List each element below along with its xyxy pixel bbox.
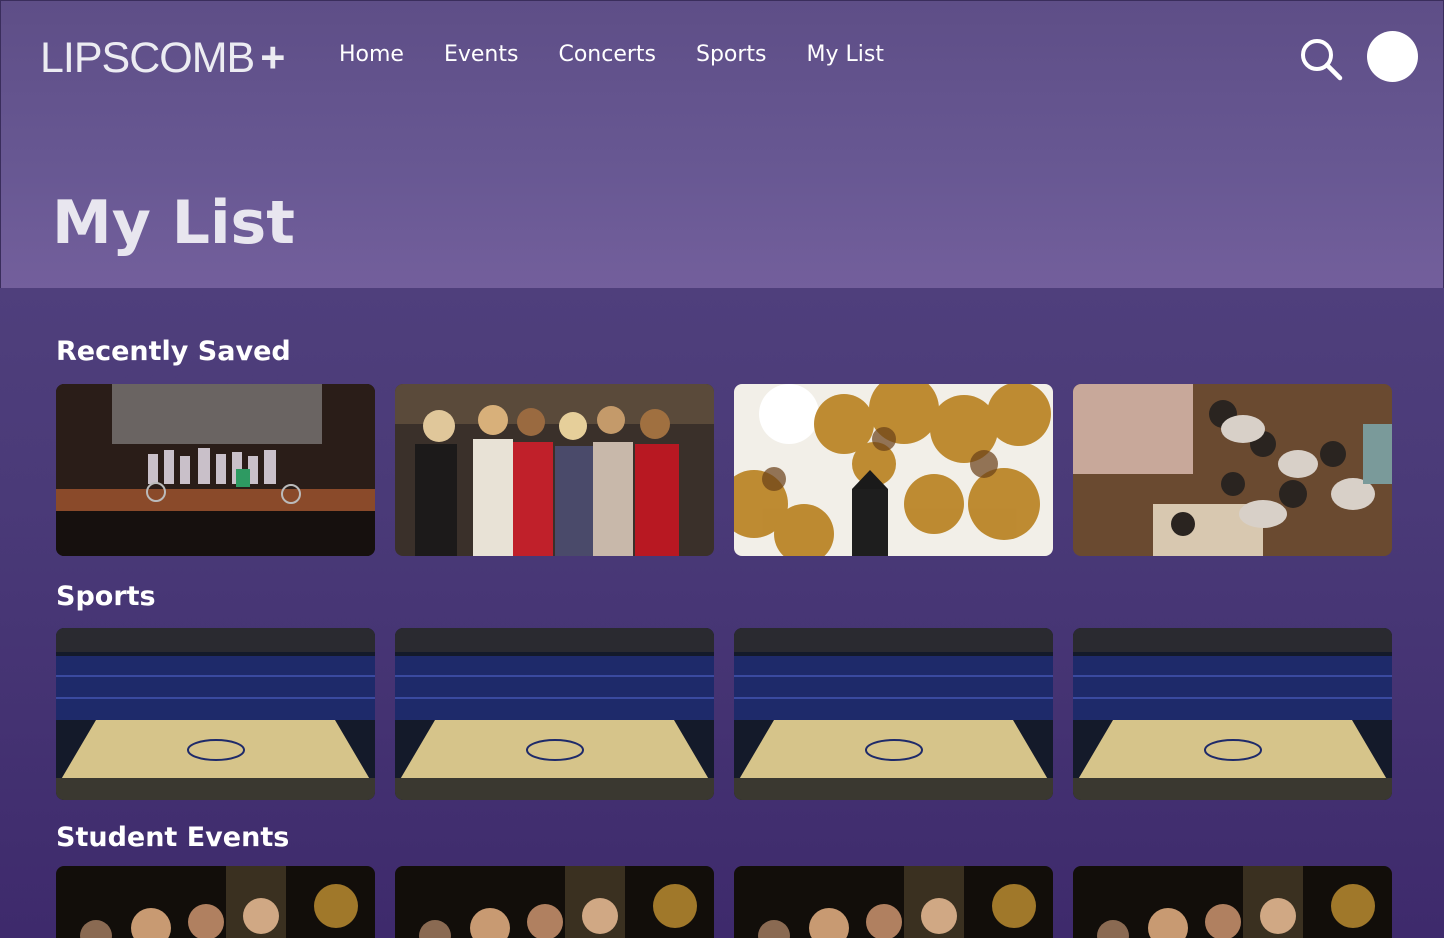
row-student-events (56, 866, 1394, 938)
nav-concerts[interactable]: Concerts (558, 42, 656, 67)
card-autumn-clocktower[interactable] (734, 384, 1053, 556)
row-sports (56, 628, 1394, 800)
card-group-formal-photo[interactable] (395, 384, 714, 556)
nav-events[interactable]: Events (444, 42, 519, 67)
card-band-concert-4[interactable] (1073, 866, 1392, 938)
card-students-overhead[interactable] (1073, 384, 1392, 556)
brand-plus: + (260, 34, 285, 82)
card-band-concert-2[interactable] (395, 866, 714, 938)
brand-logo[interactable]: LIPSCOMB + (40, 34, 285, 83)
card-arena-3[interactable] (734, 628, 1053, 800)
page-title: My List (52, 188, 295, 258)
section-title-recently-saved: Recently Saved (56, 336, 291, 367)
nav-sports[interactable]: Sports (696, 42, 767, 67)
nav-my-list[interactable]: My List (807, 42, 884, 67)
card-arena-4[interactable] (1073, 628, 1392, 800)
top-nav: LIPSCOMB + Home Events Concerts Sports My… (0, 0, 1444, 116)
nav-links: Home Events Concerts Sports My List (339, 42, 924, 67)
search-icon[interactable] (1298, 36, 1344, 82)
nav-home[interactable]: Home (339, 42, 404, 67)
card-band-concert-3[interactable] (734, 866, 1053, 938)
section-title-student-events: Student Events (56, 822, 290, 853)
row-recently-saved (56, 384, 1394, 556)
card-arena-1[interactable] (56, 628, 375, 800)
user-avatar[interactable] (1367, 31, 1418, 82)
card-stage-performance[interactable] (56, 384, 375, 556)
card-band-concert-1[interactable] (56, 866, 375, 938)
card-arena-2[interactable] (395, 628, 714, 800)
section-title-sports: Sports (56, 581, 156, 612)
brand-name: LIPSCOMB (40, 34, 255, 82)
